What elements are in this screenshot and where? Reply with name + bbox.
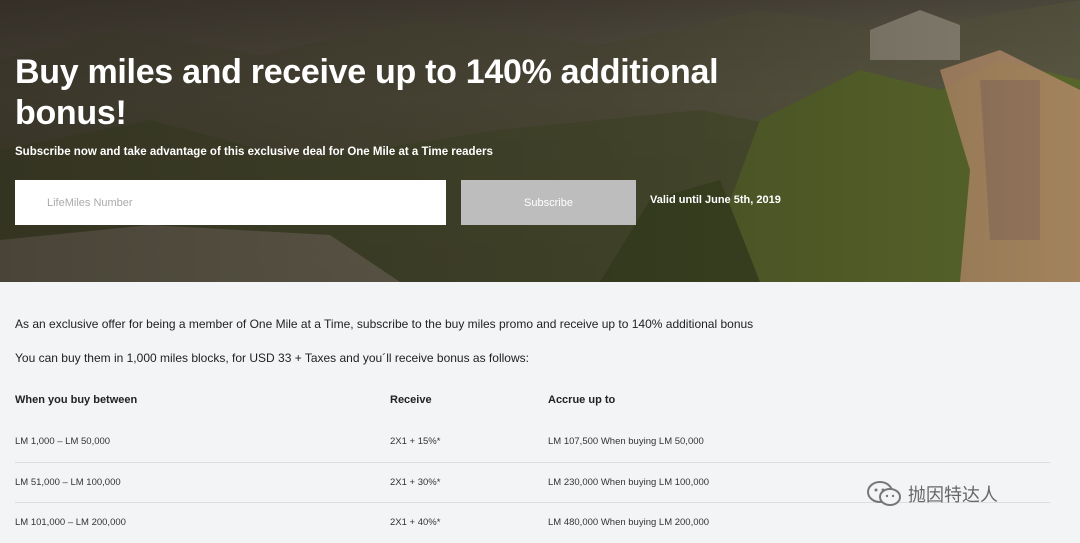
table-row: LM 1,000 – LM 50,000 2X1 + 15%* LM 107,5… xyxy=(15,422,1050,462)
intro-text: As an exclusive offer for being a member… xyxy=(15,317,754,331)
header-receive: Receive xyxy=(390,394,432,406)
accrue-amount: LM 230,000 When buying LM 100,000 xyxy=(548,477,710,488)
accrue-amount: LM 107,500 When buying LM 50,000 xyxy=(548,436,704,447)
hero-banner: Buy miles and receive up to 140% additio… xyxy=(0,0,1080,282)
header-accrue: Accrue up to xyxy=(548,394,616,406)
watermark: 抛因特达人 xyxy=(866,480,998,508)
table-row: LM 101,000 – LM 200,000 2X1 + 40%* LM 48… xyxy=(15,502,1050,543)
wechat-icon xyxy=(867,481,901,506)
buy-range: LM 1,000 – LM 50,000 xyxy=(15,436,111,447)
buy-range: LM 101,000 – LM 200,000 xyxy=(15,517,126,528)
hero-subheadline: Subscribe now and take advantage of this… xyxy=(15,146,493,158)
header-buy-between: When you buy between xyxy=(15,394,138,406)
accrue-amount: LM 480,000 When buying LM 200,000 xyxy=(548,517,710,528)
valid-until-text: Valid until June 5th, 2019 xyxy=(650,194,781,206)
lifemiles-number-input[interactable] xyxy=(15,180,446,225)
subscribe-button[interactable]: Subscribe xyxy=(461,180,636,225)
hero-headline: Buy miles and receive up to 140% additio… xyxy=(15,53,719,132)
watermark-text: 抛因特达人 xyxy=(908,485,998,505)
receive-rate: 2X1 + 40%* xyxy=(390,517,441,528)
receive-rate: 2X1 + 30%* xyxy=(390,477,441,488)
hero-overlay xyxy=(0,0,1080,282)
receive-rate: 2X1 + 15%* xyxy=(390,436,441,447)
blocks-text: You can buy them in 1,000 miles blocks, … xyxy=(15,351,529,365)
buy-range: LM 51,000 – LM 100,000 xyxy=(15,477,121,488)
